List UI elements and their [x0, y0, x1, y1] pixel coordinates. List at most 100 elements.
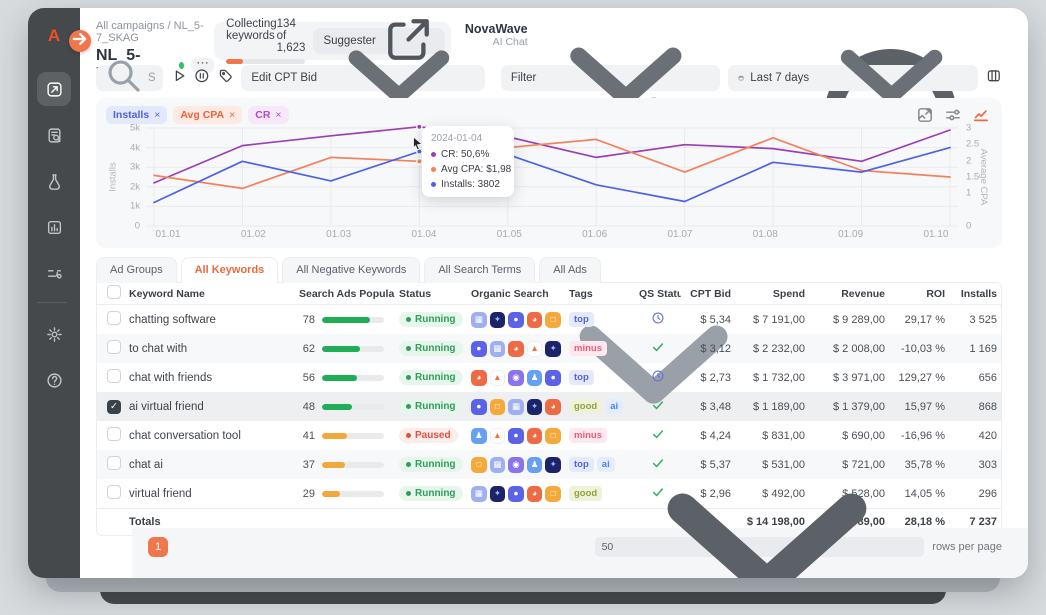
search-icon	[104, 56, 143, 100]
revenue-cell: $ 3 971,00	[833, 371, 885, 384]
sidebar-item-help[interactable]	[37, 363, 71, 397]
search-input[interactable]	[147, 72, 155, 84]
left-axis-tick: 1k	[129, 200, 140, 212]
sidebar-nav	[37, 72, 71, 409]
table-tabs: Ad Groups All Keywords All Negative Keywor…	[96, 256, 1002, 283]
popularity-meter: 48	[299, 401, 391, 413]
tag-button[interactable]	[218, 65, 234, 91]
report-search-icon	[46, 127, 63, 144]
check-icon	[651, 340, 665, 354]
tab-all-keywords[interactable]: All Keywords	[180, 257, 279, 283]
installs-cell: 3 525	[969, 313, 997, 326]
row-checkbox[interactable]	[107, 311, 121, 325]
tags-cell: minus	[565, 341, 635, 356]
qs-status-cell	[635, 311, 681, 328]
totals-installs: 7 237	[969, 516, 997, 528]
filter-dropdown[interactable]: Filter	[500, 47, 721, 106]
roi-cell: 129,27 %	[898, 371, 945, 384]
remove-metric-icon[interactable]: ×	[154, 109, 160, 121]
organic-search-cell: □ ▦ ◉ ♟ ✦	[467, 456, 565, 473]
app-icon-swirl: ◕	[545, 398, 561, 415]
tooltip-metric-text: Avg CPA: $1,98	[441, 164, 512, 175]
metric-chip-avg-cpa[interactable]: Avg CPA ×	[173, 106, 243, 124]
toolbar: Edit CPT Bid Filter Last 7 days	[96, 47, 1002, 106]
row-checkbox[interactable]	[107, 456, 121, 470]
status-dot	[406, 404, 411, 409]
organic-app-icons: □ ▦ ◉ ♟ ✦	[471, 456, 561, 473]
sidebar-item-analytics[interactable]	[37, 210, 71, 244]
popularity-meter: 29	[299, 488, 391, 500]
sidebar-item-settings[interactable]	[37, 317, 71, 351]
metric-chips: Installs × Avg CPA × CR ×	[106, 106, 1002, 124]
row-checkbox[interactable]: ✓	[107, 399, 121, 414]
tag-good: good	[569, 486, 603, 501]
app-icon-bell: ♟	[526, 456, 543, 473]
column-header-qs: QS Status	[639, 287, 681, 300]
metric-chip-cr[interactable]: CR ×	[248, 106, 289, 124]
collecting-label: Collecting keywords	[226, 18, 277, 42]
resume-button[interactable]	[171, 65, 187, 91]
sidebar-item-reports[interactable]	[37, 118, 71, 152]
popularity-value: 48	[302, 400, 315, 413]
tab-all-ads[interactable]: All Ads	[539, 257, 601, 283]
organic-search-cell: ▦ ✦ ● ◕ □	[467, 311, 565, 328]
remove-metric-icon[interactable]: ×	[275, 109, 281, 121]
sidebar-item-campaigns[interactable]	[37, 72, 71, 106]
edit-cpt-bid-dropdown[interactable]: Edit CPT Bid	[241, 49, 485, 104]
popularity-meter: 41	[299, 430, 391, 442]
tooltip-metric-row: CR: 50,6%	[431, 149, 505, 160]
desktop-background: A All campaigns / NL_5-7_SKAG NL_5-7_SKA…	[0, 0, 1046, 615]
sidebar-item-experiments[interactable]	[37, 164, 71, 198]
line-chart-toggle-button[interactable]	[972, 108, 990, 126]
sidebar-item-automation[interactable]	[37, 256, 71, 290]
row-checkbox[interactable]	[107, 485, 121, 499]
status-cell: Running	[395, 457, 467, 472]
keyword-name-cell: virtual friend	[129, 487, 192, 500]
popularity-bar	[322, 432, 384, 439]
popularity-cell: 56	[295, 372, 395, 384]
row-checkbox[interactable]	[107, 340, 121, 354]
app-icon-orb: ◉	[508, 369, 524, 386]
tab-ad-groups[interactable]: Ad Groups	[96, 257, 177, 283]
chart-line-icon	[972, 106, 990, 129]
tooltip-metric-row: Avg CPA: $1,98	[431, 164, 511, 175]
row-checkbox[interactable]	[107, 427, 121, 441]
column-header-cpt_bid: CPT Bid	[690, 287, 731, 300]
pause-circle-icon	[194, 68, 210, 89]
app-icon-blob: ●	[508, 485, 524, 502]
right-axis-tick: 0	[966, 220, 972, 232]
sidebar-collapse-button[interactable]	[69, 30, 91, 52]
installs-cell: 296	[978, 487, 997, 500]
tags-cell: top	[565, 370, 635, 385]
app-icon-star: ✦	[489, 311, 506, 328]
breadcrumb[interactable]: All campaigns / NL_5-7_SKAG	[96, 20, 214, 44]
column-header-organic: Organic Search	[471, 287, 549, 300]
status-dot	[406, 346, 411, 351]
line-chart[interactable]	[146, 123, 958, 227]
x-axis-tick: 01.04	[411, 229, 437, 240]
popularity-bar	[322, 461, 384, 468]
chart-settings-button[interactable]	[944, 108, 962, 126]
page-1-button[interactable]: 1	[148, 537, 168, 557]
keyword-name-cell: chat conversation tool	[129, 429, 241, 442]
metric-chip-installs[interactable]: Installs ×	[106, 106, 168, 124]
export-image-button[interactable]	[916, 107, 934, 126]
tags-cell: top	[565, 312, 635, 327]
status-badge: Running	[399, 486, 463, 501]
row-checkbox[interactable]	[107, 369, 121, 383]
tab-all-negative-keywords[interactable]: All Negative Keywords	[282, 257, 421, 283]
rows-per-page-select[interactable]: 50	[594, 493, 925, 578]
pause-button[interactable]	[194, 65, 210, 91]
select-all-checkbox[interactable]	[107, 285, 121, 299]
status-label: Running	[415, 372, 456, 383]
organic-search-cell: ▦ ✦ ● ◕ □	[467, 485, 565, 502]
columns-button[interactable]	[986, 65, 1002, 91]
flow-split-icon	[46, 265, 63, 282]
collecting-count: 134 of 1,623	[276, 18, 306, 54]
remove-metric-icon[interactable]: ×	[229, 109, 235, 121]
rows-per-page-label: rows per page	[932, 541, 1002, 553]
date-range-dropdown[interactable]: Last 7 days	[728, 49, 979, 104]
left-axis-tick: 0	[134, 220, 140, 232]
tab-all-search-terms[interactable]: All Search Terms	[424, 257, 536, 283]
keyword-name-cell: chat ai	[129, 458, 163, 471]
